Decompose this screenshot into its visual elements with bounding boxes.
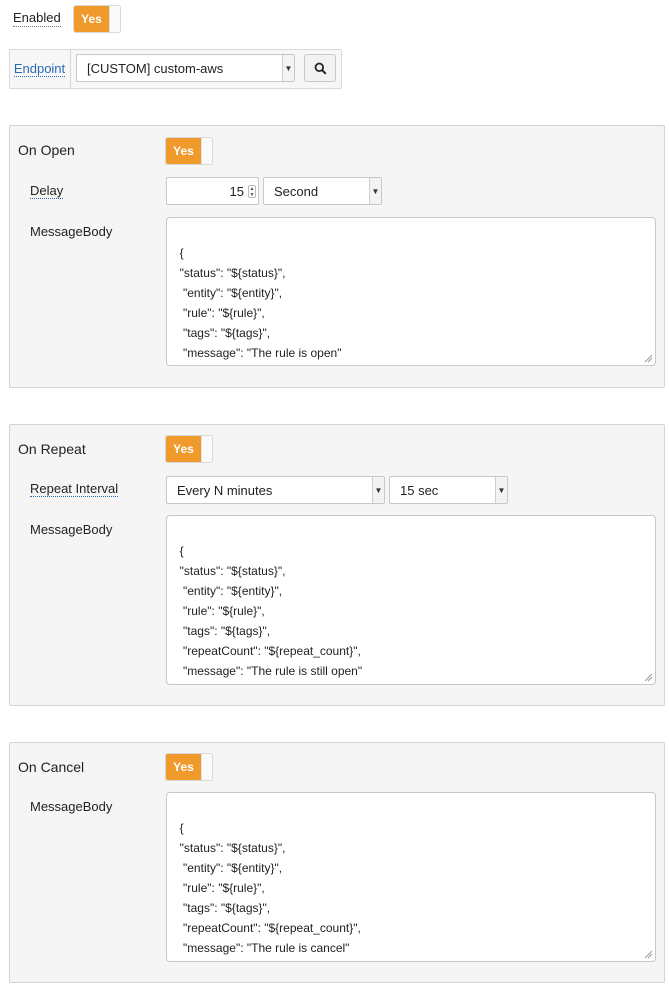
- endpoint-label[interactable]: Endpoint: [13, 61, 66, 77]
- chevron-down-icon: ▼: [495, 477, 507, 503]
- toggle-knob: [201, 436, 212, 462]
- resize-handle-icon[interactable]: [643, 353, 653, 363]
- enabled-toggle-label: Yes: [74, 6, 109, 32]
- chevron-down-icon: ▼: [369, 178, 381, 204]
- delay-label[interactable]: Delay: [30, 183, 64, 199]
- repeat-interval-value: 15 sec: [400, 482, 439, 498]
- on-open-message-body[interactable]: { "status": "${status}", "entity": "${en…: [166, 217, 656, 366]
- endpoint-label-cell: Endpoint: [9, 49, 71, 89]
- delay-unit-value: Second: [274, 183, 319, 199]
- on-cancel-body-text: { "status": "${status}", "entity": "${en…: [179, 821, 361, 955]
- on-repeat-title: On Repeat: [18, 441, 86, 457]
- on-repeat-message-body[interactable]: { "status": "${status}", "entity": "${en…: [166, 515, 656, 685]
- chevron-down-icon: ▼: [282, 55, 294, 81]
- delay-input[interactable]: 15 ▲ ▼: [166, 177, 259, 205]
- resize-handle-icon[interactable]: [643, 672, 653, 682]
- toggle-knob: [201, 138, 212, 164]
- on-open-body-label: MessageBody: [30, 224, 113, 239]
- on-open-toggle-label: Yes: [166, 138, 201, 164]
- endpoint-select[interactable]: [CUSTOM] custom-aws ▼: [76, 54, 295, 82]
- search-icon: [314, 62, 327, 75]
- enabled-label: Enabled: [13, 10, 61, 27]
- on-repeat-body-label: MessageBody: [30, 522, 113, 537]
- endpoint-select-value: [CUSTOM] custom-aws: [87, 60, 224, 76]
- on-cancel-message-body[interactable]: { "status": "${status}", "entity": "${en…: [166, 792, 656, 962]
- on-open-toggle[interactable]: Yes: [165, 137, 213, 165]
- on-cancel-toggle-label: Yes: [166, 754, 201, 780]
- on-cancel-body-label: MessageBody: [30, 799, 113, 814]
- repeat-interval-select[interactable]: 15 sec ▼: [389, 476, 508, 504]
- toggle-knob: [201, 754, 212, 780]
- search-button[interactable]: [304, 54, 336, 82]
- on-cancel-title: On Cancel: [18, 759, 85, 775]
- delay-unit-select[interactable]: Second ▼: [263, 177, 382, 205]
- on-cancel-toggle[interactable]: Yes: [165, 753, 213, 781]
- spinner-icon: ▲ ▼: [248, 185, 256, 198]
- resize-handle-icon[interactable]: [643, 949, 653, 959]
- chevron-down-icon: ▼: [372, 477, 384, 503]
- toggle-knob: [109, 6, 120, 32]
- enabled-toggle[interactable]: Yes: [73, 5, 121, 33]
- delay-value: 15: [229, 183, 244, 199]
- on-repeat-body-text: { "status": "${status}", "entity": "${en…: [179, 544, 363, 678]
- repeat-interval-label[interactable]: Repeat Interval: [30, 481, 119, 497]
- repeat-mode-select[interactable]: Every N minutes ▼: [166, 476, 385, 504]
- on-repeat-toggle-label: Yes: [166, 436, 201, 462]
- on-repeat-toggle[interactable]: Yes: [165, 435, 213, 463]
- repeat-mode-value: Every N minutes: [177, 482, 273, 498]
- on-open-body-text: { "status": "${status}", "entity": "${en…: [179, 246, 342, 360]
- on-open-title: On Open: [18, 142, 75, 158]
